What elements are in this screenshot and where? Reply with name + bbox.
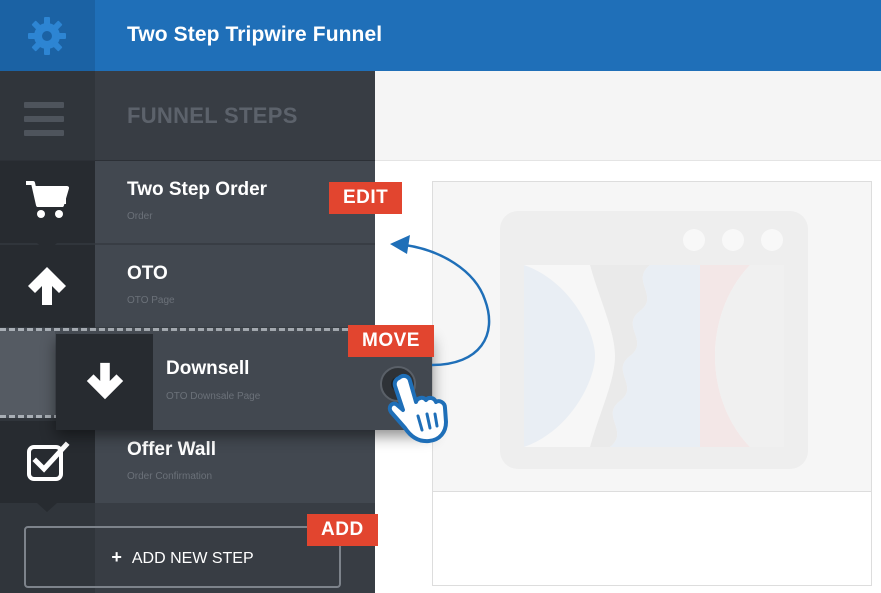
plus-icon: +	[111, 547, 122, 567]
edit-callout: EDIT	[329, 182, 403, 214]
step-title: Two Step Order	[127, 179, 268, 200]
gear-icon	[28, 17, 66, 55]
arrow-up-icon	[28, 267, 66, 305]
step-subtitle: OTO Page	[127, 295, 175, 306]
checkbox-icon	[27, 441, 70, 481]
add-callout: ADD	[307, 514, 378, 546]
preview-footer	[433, 491, 871, 585]
move-arrow-icon	[390, 235, 491, 367]
arrow-down-icon	[86, 362, 124, 400]
step-body	[95, 421, 375, 503]
step-subtitle: Order Confirmation	[127, 471, 213, 482]
funnel-step-two-step-order[interactable]: Two Step Order Order	[0, 161, 375, 252]
top-bar: Two Step Tripwire Funnel	[0, 0, 881, 71]
funnel-step-oto[interactable]: OTO OTO Page	[0, 245, 375, 327]
pointer-hand-icon	[387, 373, 448, 444]
step-icon-cell	[56, 334, 153, 430]
step-icon-cell	[0, 161, 95, 252]
step-subtitle: Order	[127, 211, 153, 222]
add-new-step-label: ADD NEW STEP	[131, 550, 254, 567]
step-icon-cell	[0, 421, 95, 512]
add-new-step-button[interactable]: + ADD NEW STEP	[24, 526, 341, 588]
funnel-steps-heading: FUNNEL STEPS	[127, 103, 298, 128]
step-subtitle: OTO Downsale Page	[166, 391, 261, 402]
step-icon-cell	[0, 245, 95, 327]
main-header-area	[375, 71, 881, 161]
step-body	[95, 245, 375, 327]
clickfunnels-logo-placeholder-icon	[500, 211, 808, 469]
step-title: Downsell	[166, 358, 250, 379]
placeholder-icon-cell	[0, 331, 55, 415]
funnel-title: Two Step Tripwire Funnel	[127, 23, 383, 46]
hamburger-icon[interactable]	[24, 102, 64, 144]
settings-button[interactable]	[0, 0, 95, 71]
step-title: Offer Wall	[127, 439, 217, 460]
step-title: OTO	[127, 263, 168, 284]
cart-icon	[26, 181, 69, 218]
funnel-step-offer-wall[interactable]: Offer Wall Order Confirmation	[0, 421, 375, 512]
